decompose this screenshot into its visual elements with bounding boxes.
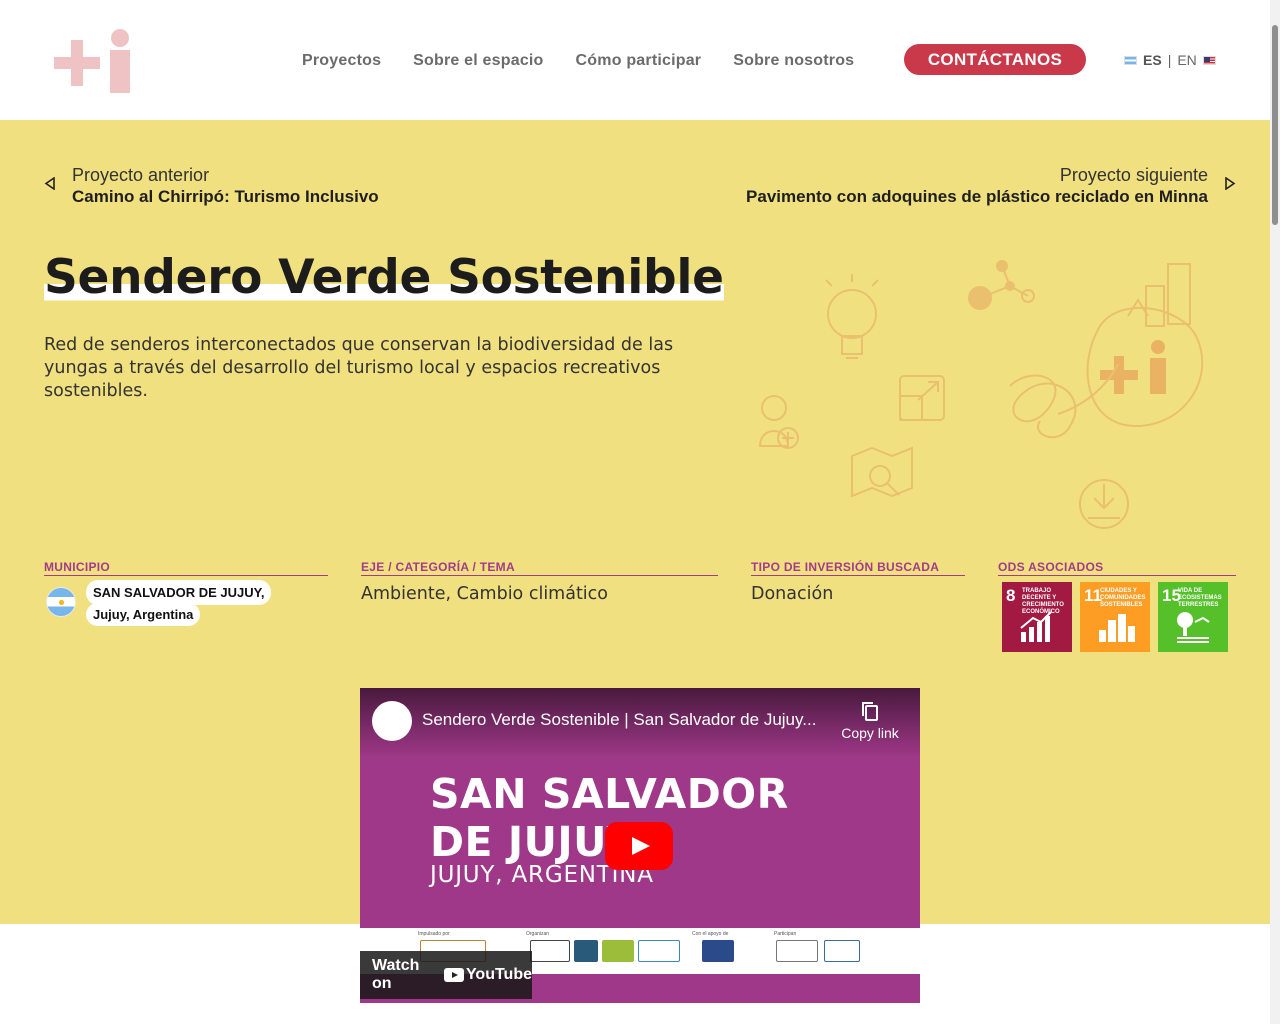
sdg-text: VIDA DE ECOSISTEMAS TERRESTRES (1178, 588, 1222, 608)
map-search-icon (851, 446, 913, 498)
sdg-number: 8 (1006, 586, 1016, 605)
site-logo[interactable] (54, 28, 132, 94)
main-nav: Proyectos Sobre el espacio Cómo particip… (302, 52, 854, 70)
chevron-left-icon (44, 177, 55, 190)
youtube-embed[interactable]: Impulsado por Organizan Con el apoyo de … (360, 688, 920, 1003)
growth-chart-icon (1020, 611, 1052, 642)
nav-como-participar[interactable]: Cómo participar (576, 52, 702, 70)
page-title-text: Sendero Verde Sostenible (44, 250, 724, 305)
sponsor-label: Participan (774, 931, 797, 937)
us-flag-icon (1202, 55, 1216, 65)
page-scrollbar[interactable] (1270, 0, 1280, 1024)
argentina-flag-icon (46, 587, 76, 617)
ods-label: ODS ASOCIADOS (998, 560, 1236, 576)
nav-sobre-el-espacio[interactable]: Sobre el espacio (413, 52, 543, 70)
chevron-right-icon (1225, 177, 1236, 190)
next-project-title[interactable]: Pavimento con adoquines de plástico reci… (746, 187, 1208, 207)
nav-proyectos[interactable]: Proyectos (302, 52, 381, 70)
tipo-inversion-label: TIPO DE INVERSIÓN BUSCADA (751, 560, 965, 576)
eje-label: EJE / CATEGORÍA / TEMA (361, 560, 718, 576)
argentina-flag-icon (1124, 55, 1137, 65)
next-project-label: Proyecto siguiente (1059, 165, 1208, 185)
copy-link-label: Copy link (841, 725, 899, 741)
sponsor-logo (530, 940, 570, 962)
sponsor-label: Impulsado por (418, 931, 450, 937)
language-switcher: ES | EN (1124, 52, 1216, 68)
lang-es[interactable]: ES (1143, 52, 1162, 68)
page-root: { "header": { "logo_alt": "+i", "nav": [… (0, 0, 1280, 1024)
tree-icon (1177, 612, 1210, 643)
sponsor-label: Con el apoyo de (692, 931, 729, 937)
sponsor-logo (824, 940, 860, 962)
contact-button[interactable]: CONTÁCTANOS (904, 44, 1086, 75)
municipio-region: Jujuy, Argentina (86, 603, 201, 626)
expand-icon (899, 375, 945, 421)
play-button[interactable] (605, 822, 673, 870)
sponsor-logo (638, 940, 680, 962)
video-title[interactable]: Sendero Verde Sostenible | San Salvador … (422, 710, 842, 730)
video-overlay-line: SAN SALVADOR (430, 770, 789, 818)
scrollbar-thumb[interactable] (1272, 25, 1278, 225)
sponsor-logo (602, 940, 634, 962)
prev-project-link[interactable]: Proyecto anterior Camino al Chirripó: Tu… (44, 165, 379, 207)
copy-icon (862, 702, 878, 721)
municipio-value: SAN SALVADOR DE JUJUY, Jujuy, Argentina (86, 580, 272, 626)
lightbulb-icon (825, 274, 879, 359)
youtube-logo: YouTube (443, 966, 532, 984)
network-nodes-icon (968, 260, 1035, 310)
sponsor-logo (574, 940, 598, 962)
site-header: Proyectos Sobre el espacio Cómo particip… (0, 0, 1270, 120)
youtube-wordmark: YouTube (465, 966, 532, 983)
lang-separator: | (1167, 52, 1172, 68)
project-description: Red de senderos interconectados que cons… (44, 335, 674, 401)
youtube-icon (443, 968, 464, 982)
tipo-inversion-value: Donación (751, 584, 834, 604)
eje-value: Ambiente, Cambio climático (361, 584, 608, 604)
municipio-block: MUNICIPIO SAN SALVADOR DE JUJUY, Jujuy, … (44, 560, 328, 626)
plus-i-mark (1100, 340, 1166, 394)
nav-sobre-nosotros[interactable]: Sobre nosotros (733, 52, 854, 70)
tipo-inversion-block: TIPO DE INVERSIÓN BUSCADA Donación (751, 560, 965, 604)
ods-block: ODS ASOCIADOS 8 TRABAJO DECENTE Y CRECIM… (998, 560, 1236, 652)
municipio-label: MUNICIPIO (44, 560, 328, 576)
sdg-15-badge[interactable]: 15 VIDA DE ECOSISTEMAS TERRESTRES (1158, 582, 1228, 652)
eje-block: EJE / CATEGORÍA / TEMA Ambiente, Cambio … (361, 560, 718, 604)
page-title: Sendero Verde Sostenible (44, 250, 724, 305)
sdg-text: CIUDADES Y COMUNIDADES SOSTENIBLES (1100, 588, 1146, 608)
sponsor-label: Organizan (526, 931, 550, 937)
copy-link-button[interactable]: Copy link (840, 700, 900, 741)
watch-on-label: Watch on (372, 957, 420, 992)
sdg-8-badge[interactable]: 8 TRABAJO DECENTE Y CRECIMIENTO ECONÓMIC… (1002, 582, 1072, 652)
watch-on-youtube-button[interactable]: Watch on YouTube (360, 951, 532, 999)
download-recycle-icon (1079, 479, 1129, 529)
prev-project-label: Proyecto anterior (72, 165, 210, 185)
add-user-icon (758, 395, 799, 449)
next-project-link[interactable]: Proyecto siguiente Pavimento con adoquin… (746, 165, 1236, 207)
municipio-city: SAN SALVADOR DE JUJUY, (86, 580, 272, 605)
prev-project-title[interactable]: Camino al Chirripó: Turismo Inclusivo (72, 187, 379, 207)
city-buildings-icon (1086, 263, 1204, 428)
sponsor-logo (776, 940, 818, 962)
sdg-11-badge[interactable]: 11 CIUDADES Y COMUNIDADES SOSTENIBLES (1080, 582, 1150, 652)
sponsor-logo (702, 940, 734, 962)
decorative-illustration (758, 260, 1204, 529)
city-icon (1099, 614, 1135, 642)
channel-avatar[interactable] (372, 701, 412, 741)
lang-en[interactable]: EN (1177, 52, 1196, 68)
